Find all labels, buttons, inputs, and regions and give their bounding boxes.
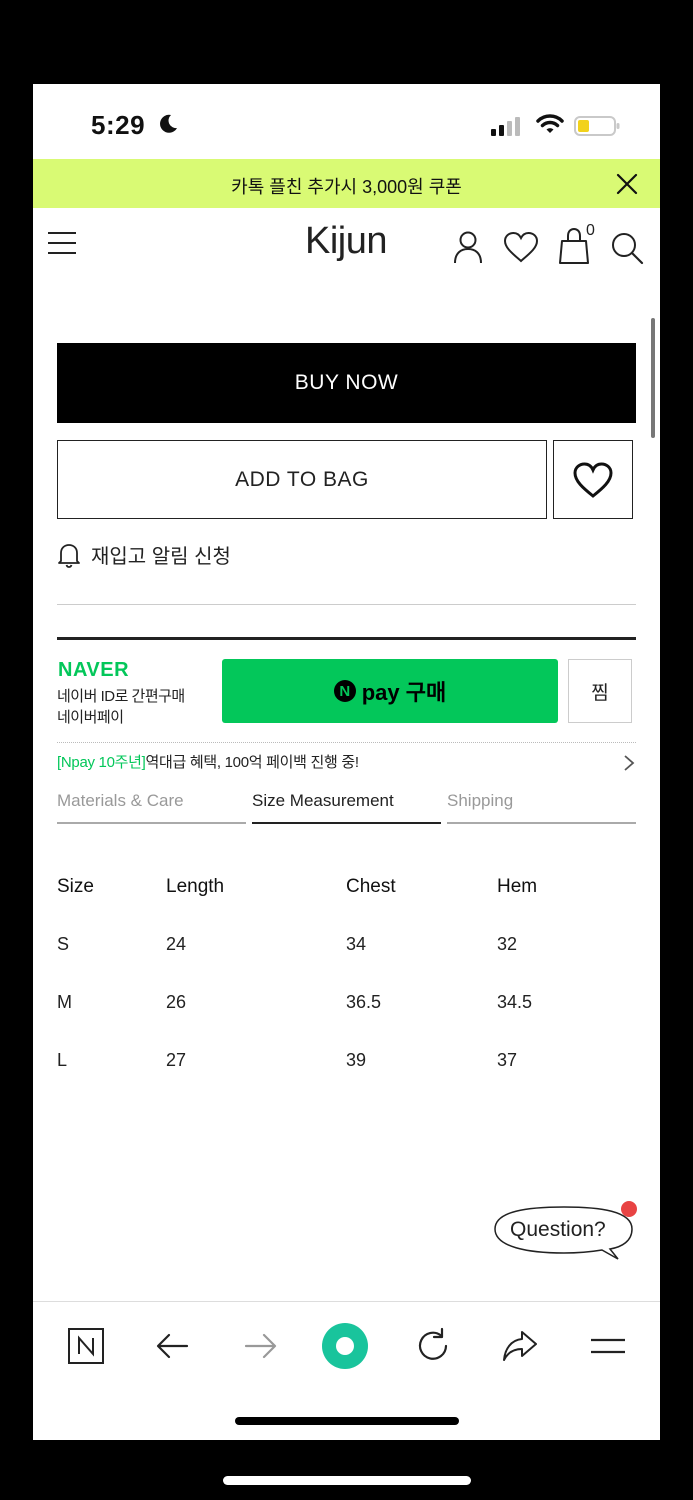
menu-lines-icon[interactable] xyxy=(588,1326,628,1366)
jjim-button[interactable]: 찜 xyxy=(568,659,632,723)
size-table-cell: 37 xyxy=(497,1050,518,1070)
add-to-bag-button[interactable]: ADD TO BAG xyxy=(57,440,547,519)
size-table-header: Hem xyxy=(497,876,538,897)
size-table-cell: 36.5 xyxy=(346,992,382,1012)
naver-description: 네이버 ID로 간편구매 xyxy=(57,688,185,705)
size-table-cell: 32 xyxy=(497,934,518,954)
home-indicator xyxy=(235,1417,459,1425)
wishlist-button[interactable] xyxy=(553,440,633,519)
size-table-cell: 26 xyxy=(166,992,187,1012)
npay-purchase-label: pay 구매 xyxy=(361,680,447,705)
brand-logo[interactable]: Kijun xyxy=(296,220,396,263)
back-arrow-icon[interactable] xyxy=(153,1326,193,1366)
coupon-banner-text[interactable]: 카톡 플친 추가시 3,000원 쿠폰 xyxy=(33,173,660,199)
share-icon[interactable] xyxy=(500,1326,540,1366)
divider xyxy=(57,604,636,605)
chevron-right-icon[interactable] xyxy=(623,754,635,772)
dotted-divider xyxy=(57,742,636,743)
naver-n-icon[interactable] xyxy=(66,1326,106,1366)
battery-icon xyxy=(574,116,620,136)
wifi-icon xyxy=(536,114,564,133)
hamburger-menu-icon[interactable] xyxy=(47,230,77,256)
size-table-cell: 24 xyxy=(166,934,187,954)
heart-icon xyxy=(573,461,613,498)
tab-size-measurement[interactable]: Size Measurement xyxy=(252,791,394,811)
size-table-header: Size xyxy=(57,876,94,897)
forward-arrow-icon[interactable] xyxy=(240,1326,280,1366)
search-icon[interactable] xyxy=(610,231,644,265)
size-table-header: Chest xyxy=(346,876,396,897)
tab-underline xyxy=(447,822,636,824)
npay-n-icon: N xyxy=(333,680,356,702)
size-table-cell: 39 xyxy=(346,1050,367,1070)
divider xyxy=(57,637,636,640)
heart-icon[interactable] xyxy=(503,231,539,263)
home-indicator-outer xyxy=(223,1476,471,1485)
naver-logo: NAVER xyxy=(58,659,130,681)
npay-purchase-button[interactable]: N pay 구매 xyxy=(222,659,558,723)
restock-alert-label: 재입고 알림 신청 xyxy=(91,546,231,568)
tab-underline xyxy=(57,822,246,824)
restock-alert-link[interactable]: 재입고 알림 신청 xyxy=(57,540,231,569)
user-icon[interactable] xyxy=(453,230,483,264)
size-table-cell: M xyxy=(57,992,72,1012)
naver-description-sub: 네이버페이 xyxy=(57,709,124,726)
npay-promo-link[interactable]: [Npay 10주년]역대급 혜택, 100억 페이백 진행 중! xyxy=(57,751,359,772)
size-table-cell: 34 xyxy=(346,934,367,954)
tab-materials-care[interactable]: Materials & Care xyxy=(57,791,184,811)
buy-now-button[interactable]: BUY NOW xyxy=(57,343,636,423)
bell-icon xyxy=(58,543,80,568)
size-table-cell: 27 xyxy=(166,1050,187,1070)
status-time: 5:29 xyxy=(91,110,146,140)
size-table-cell: L xyxy=(57,1050,68,1070)
signal-icon xyxy=(491,117,520,136)
npay-promo-text: 역대급 혜택, 100억 페이백 진행 중! xyxy=(145,754,360,771)
size-table-header: Length xyxy=(166,876,225,897)
moon-icon xyxy=(160,114,177,133)
scrollbar[interactable] xyxy=(651,318,655,438)
question-button-label[interactable]: Question? xyxy=(510,1218,606,1242)
reload-icon[interactable] xyxy=(413,1326,453,1366)
home-circle-icon[interactable] xyxy=(321,1322,369,1370)
toolbar-divider xyxy=(33,1301,660,1302)
tab-underline-active xyxy=(252,822,441,824)
npay-promo-highlight: [Npay 10주년] xyxy=(57,754,146,771)
size-table-cell: S xyxy=(57,934,70,954)
close-icon[interactable] xyxy=(616,173,638,195)
tab-shipping[interactable]: Shipping xyxy=(447,791,513,811)
cart-count-badge: 0 xyxy=(586,222,595,239)
phone-screen: 5:29 카톡 플친 추가시 3,000원 쿠폰 Kijun 0 BUY NOW… xyxy=(33,84,660,1440)
size-table-cell: 34.5 xyxy=(497,992,533,1012)
notification-dot xyxy=(621,1201,637,1217)
